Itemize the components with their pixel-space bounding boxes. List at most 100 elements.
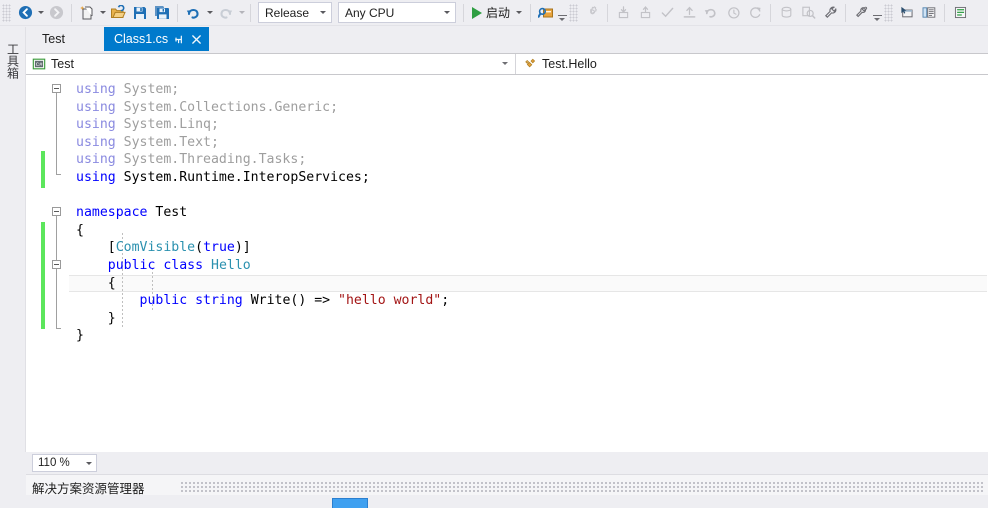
toolbar-overflow-button-2[interactable] xyxy=(873,14,883,23)
tab-class1-cs[interactable]: Class1.cs xyxy=(104,27,210,51)
database-icon xyxy=(779,5,794,20)
preview-button[interactable] xyxy=(797,2,819,24)
tab-test[interactable]: Test xyxy=(34,27,73,51)
refresh-button[interactable] xyxy=(744,2,766,24)
arrow-left-circle-icon xyxy=(18,5,33,20)
tab-label: Class1.cs xyxy=(114,32,169,46)
member-value: Test.Hello xyxy=(542,57,597,71)
toolbar-separator-4 xyxy=(463,3,464,22)
task-list-icon xyxy=(953,5,968,20)
code-line[interactable] xyxy=(26,187,988,205)
editor-zoom-bar: 110 % xyxy=(26,452,988,474)
checkout-icon xyxy=(638,5,653,20)
toolbar-separator-7 xyxy=(770,3,772,22)
options-button[interactable] xyxy=(581,2,603,24)
save-all-button[interactable] xyxy=(151,2,173,24)
collapse-class-button[interactable] xyxy=(52,260,61,269)
code-token: ( xyxy=(195,240,204,256)
split-window-button[interactable] xyxy=(918,2,940,24)
toolbar-overflow-button-1[interactable] xyxy=(558,14,568,23)
solution-explorer-selected-item[interactable] xyxy=(332,498,368,508)
server-explorer-button[interactable] xyxy=(775,2,797,24)
code-text[interactable]: using System; using System.Collections.Ge… xyxy=(26,81,988,345)
toolbar-separator-1 xyxy=(71,3,72,22)
toolbar-grip-1[interactable] xyxy=(2,3,11,22)
code-line[interactable]: using System.Collections.Generic; xyxy=(26,99,988,117)
code-line[interactable]: { xyxy=(26,222,988,240)
save-button[interactable] xyxy=(129,2,151,24)
code-line[interactable]: using System.Threading.Tasks; xyxy=(26,151,988,169)
new-window-button[interactable] xyxy=(896,2,918,24)
outline-foot-usings xyxy=(56,174,61,175)
outline-foot-namespace xyxy=(56,328,61,329)
code-line[interactable]: using System.Linq; xyxy=(26,116,988,134)
zoom-level-combobox[interactable]: 110 % xyxy=(32,454,97,472)
outline-line-namespace xyxy=(56,215,57,328)
navigate-forward-button[interactable] xyxy=(45,2,67,24)
code-line[interactable]: namespace Test xyxy=(26,204,988,222)
collapse-namespace-button[interactable] xyxy=(52,207,61,216)
close-icon[interactable] xyxy=(191,34,202,45)
code-token: using xyxy=(76,117,116,133)
solution-configuration-combobox[interactable]: Release xyxy=(258,2,332,23)
code-token: using xyxy=(76,82,116,97)
code-editor[interactable]: using System; using System.Collections.Ge… xyxy=(26,75,988,452)
panel-drag-dots[interactable] xyxy=(180,481,984,492)
code-line[interactable]: } xyxy=(26,310,988,328)
new-item-button[interactable] xyxy=(76,2,98,24)
toolbar-separator-5 xyxy=(530,3,532,22)
code-line[interactable]: } xyxy=(26,327,988,345)
main-toolbar: Release Any CPU 启动 xyxy=(0,0,988,26)
redo-button[interactable] xyxy=(214,2,237,24)
redo-dropdown[interactable] xyxy=(239,11,245,14)
collapse-usings-button[interactable] xyxy=(52,84,61,93)
solution-configuration-value: Release xyxy=(265,5,310,20)
code-line[interactable]: { xyxy=(26,274,988,293)
start-debug-button[interactable]: 启动 xyxy=(468,2,526,24)
save-all-icon xyxy=(154,5,170,21)
undo-checkout-button[interactable] xyxy=(700,2,722,24)
toolbar-grip-3[interactable] xyxy=(884,3,894,22)
code-token: public string xyxy=(139,293,243,309)
project-combobox[interactable]: C# Test xyxy=(26,54,516,74)
chevron-down-icon xyxy=(86,461,92,465)
publish-button[interactable] xyxy=(678,2,700,24)
open-file-button[interactable] xyxy=(107,2,129,24)
csharp-project-icon: C# xyxy=(32,57,46,71)
code-line[interactable]: [ComVisible(true)] xyxy=(26,239,988,257)
check-out-button[interactable] xyxy=(634,2,656,24)
toolbox-tab[interactable]: 工具箱 xyxy=(2,30,24,92)
code-line[interactable]: public string Write() => "hello world"; xyxy=(26,292,988,310)
settings-tools-button[interactable] xyxy=(850,2,872,24)
code-token: public class xyxy=(107,257,204,273)
check-in-button[interactable] xyxy=(656,2,678,24)
toolbar-grip-2[interactable] xyxy=(569,3,579,22)
undo-arrow-icon xyxy=(703,5,719,20)
navigate-backward-dropdown[interactable] xyxy=(38,11,44,14)
code-line[interactable]: using System; xyxy=(26,81,988,99)
properties-window-button[interactable] xyxy=(819,2,841,24)
solution-platform-combobox[interactable]: Any CPU xyxy=(338,2,456,23)
code-line[interactable]: public class Hello xyxy=(26,257,988,275)
new-item-dropdown[interactable] xyxy=(100,11,106,14)
code-line[interactable]: using System.Text; xyxy=(26,134,988,152)
undo-dropdown[interactable] xyxy=(207,11,213,14)
toolbar-separator-8 xyxy=(845,3,847,22)
code-line[interactable]: using System.Runtime.InteropServices; xyxy=(26,169,988,187)
tab-label: Test xyxy=(42,32,65,46)
undo-button[interactable] xyxy=(182,2,205,24)
toolbar-separator-6 xyxy=(607,3,609,22)
get-latest-button[interactable] xyxy=(612,2,634,24)
member-combobox[interactable]: Test.Hello xyxy=(516,54,988,74)
code-token: namespace xyxy=(76,205,148,221)
class-icon xyxy=(523,57,537,71)
open-folder-icon xyxy=(110,4,126,21)
attach-to-process-button[interactable] xyxy=(535,2,557,24)
play-triangle-icon xyxy=(472,6,482,19)
history-button[interactable] xyxy=(722,2,744,24)
navigate-backward-button[interactable] xyxy=(14,2,36,24)
pin-icon[interactable] xyxy=(174,34,185,45)
task-list-button[interactable] xyxy=(949,2,971,24)
refresh-icon xyxy=(748,5,763,20)
